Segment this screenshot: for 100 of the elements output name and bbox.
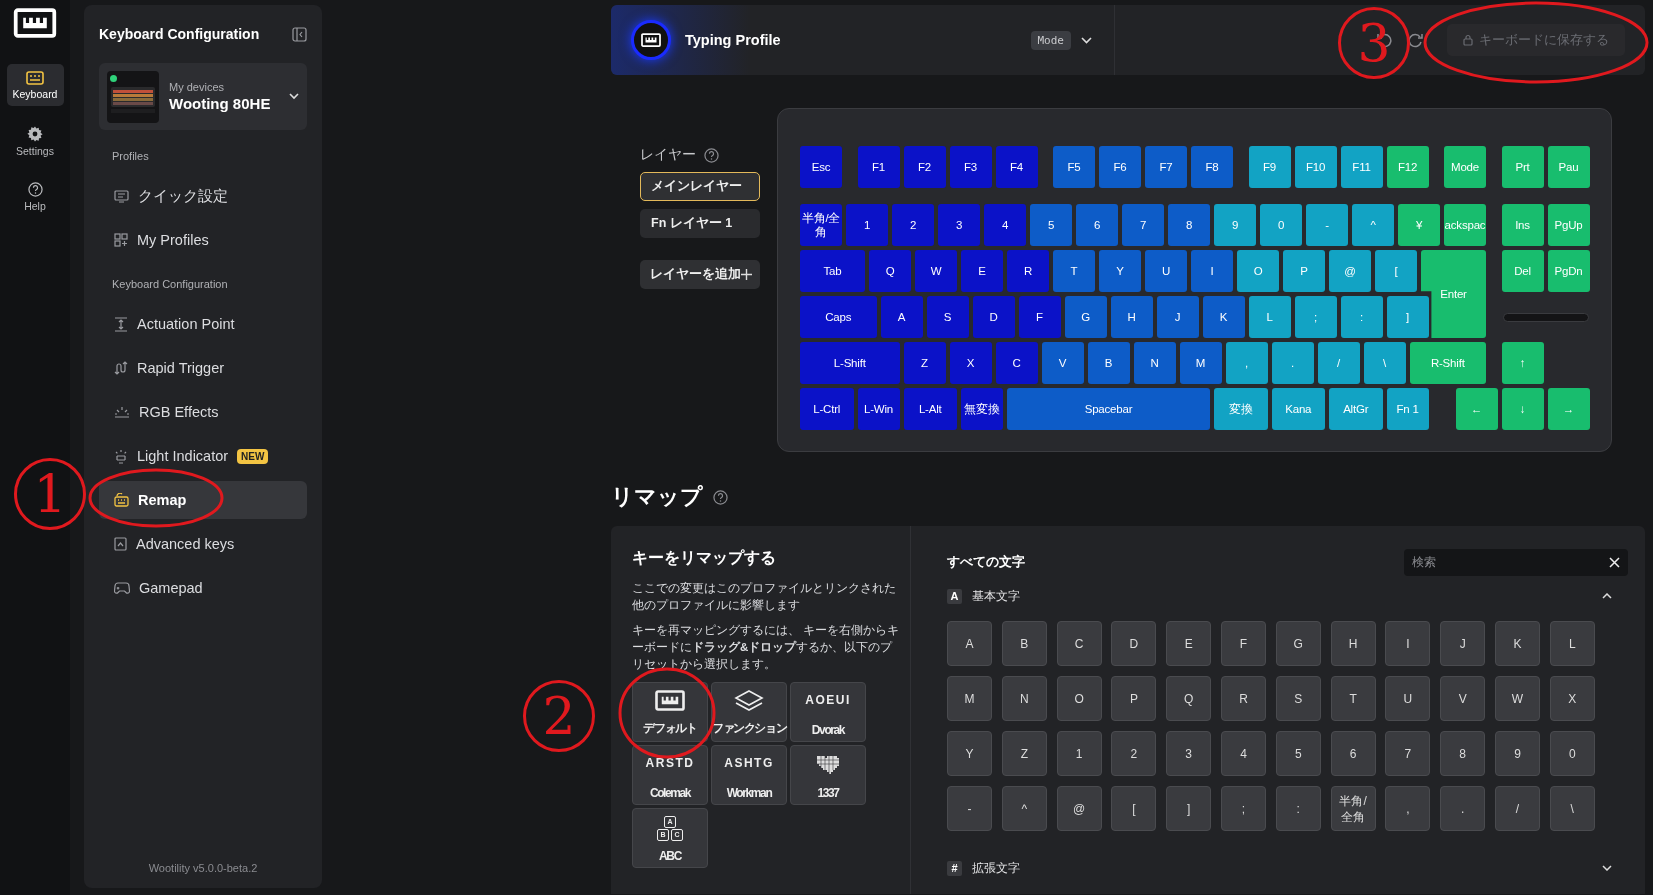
key-cap[interactable]: Q [869,250,911,292]
nav-item[interactable]: Light Indicator NEW [99,437,307,475]
character-key[interactable]: ^ [1001,786,1047,831]
character-key[interactable]: . [1440,786,1486,831]
key-cap[interactable]: Caps [800,296,877,338]
character-key[interactable]: 1 [1056,731,1102,776]
key-cap[interactable]: S [926,296,969,338]
character-key[interactable]: 6 [1330,731,1376,776]
character-key[interactable]: 5 [1275,731,1321,776]
key-cap[interactable]: C [995,342,1038,384]
nav-item[interactable]: RGB Effects [99,393,307,431]
key-cap[interactable]: X [949,342,992,384]
key-cap[interactable]: B [1087,342,1130,384]
key-cap[interactable]: 1 [846,204,888,246]
character-key[interactable]: : [1275,786,1321,831]
character-key[interactable]: J [1440,621,1486,666]
key-cap[interactable]: N [1133,342,1176,384]
preset-tile[interactable]: AOEUI Dvorak [790,682,866,742]
nav-item[interactable]: Advanced keys [99,525,307,563]
character-key[interactable]: A [947,621,992,666]
character-key[interactable]: I [1385,621,1431,666]
nav-item[interactable]: Actuation Point [99,305,307,343]
key-cap[interactable]: F8 [1191,146,1233,188]
character-key[interactable]: B [1001,621,1047,666]
key-cap[interactable]: 8 [1168,204,1210,246]
key-cap[interactable]: F6 [1099,146,1141,188]
character-key[interactable]: 9 [1494,731,1540,776]
preset-tile[interactable]: ASHTG Workman [711,745,787,805]
key-cap[interactable]: V [1041,342,1084,384]
character-key[interactable]: P [1111,676,1157,721]
key-cap[interactable]: 5 [1030,204,1072,246]
key-cap[interactable]: F5 [1053,146,1095,188]
key-cap[interactable]: 半角/全角 [800,204,842,246]
character-key[interactable]: Y [947,731,992,776]
character-key[interactable]: T [1330,676,1376,721]
character-key[interactable]: O [1056,676,1102,721]
character-key[interactable]: 8 [1440,731,1486,776]
character-key[interactable]: R [1221,676,1266,721]
key-cap[interactable]: I [1191,250,1233,292]
key-cap[interactable]: 無変換 [961,388,1003,430]
key-cap[interactable]: A [880,296,923,338]
layer-tab[interactable]: Fn レイヤー 1 [640,209,760,238]
character-key[interactable]: M [947,676,992,721]
character-key[interactable]: @ [1056,786,1102,831]
character-key[interactable]: E [1166,621,1212,666]
key-cap[interactable]: F7 [1145,146,1187,188]
key-cap[interactable]: G [1064,296,1107,338]
character-key[interactable]: \ [1549,786,1595,831]
preset-tile[interactable]: ARSTD Colemak [632,745,708,805]
chevron-down-icon[interactable] [1081,36,1092,44]
character-key[interactable]: [ [1111,786,1157,831]
character-key[interactable]: U [1385,676,1431,721]
character-key[interactable]: 3 [1166,731,1212,776]
key-cap[interactable]: K [1202,296,1245,338]
key-cap[interactable]: T [1053,250,1095,292]
character-key[interactable]: Q [1166,676,1212,721]
collapse-icon[interactable] [292,26,307,42]
nav-item[interactable]: Gamepad [99,569,307,607]
key-cap[interactable]: F [1018,296,1061,338]
redo-icon[interactable] [1408,32,1423,48]
add-layer-button[interactable]: レイヤーを追加 [640,260,760,289]
key-cap[interactable]: L-Ctrl [800,388,854,430]
device-selector[interactable]: My devices Wooting 80HE [99,63,307,130]
key-cap[interactable]: Spacebar [1007,388,1210,430]
key-cap[interactable]: E [961,250,1003,292]
rail-tab[interactable]: Keyboard [6,64,64,106]
key-cap[interactable]: Tab [800,250,865,292]
key-cap[interactable]: H [1110,296,1153,338]
key-cap[interactable]: F2 [903,146,946,188]
close-icon[interactable] [1609,556,1620,568]
key-cap[interactable]: R [1007,250,1049,292]
character-key[interactable]: ] [1166,786,1212,831]
nav-item[interactable]: My Profiles [99,221,307,259]
key-cap[interactable]: J [1156,296,1199,338]
help-icon[interactable] [713,489,728,505]
key-cap[interactable]: Y [1099,250,1141,292]
character-key[interactable]: Z [1001,731,1047,776]
section-header[interactable]: A 基本文字 [947,586,1628,606]
character-key[interactable]: G [1275,621,1321,666]
search-field[interactable]: 検索 [1404,548,1628,576]
key-cap[interactable]: D [972,296,1015,338]
character-key[interactable]: 2 [1111,731,1157,776]
key-cap[interactable]: 4 [984,204,1026,246]
key-cap[interactable]: Z [903,342,946,384]
character-key[interactable]: D [1111,621,1157,666]
key-cap[interactable]: L-Win [857,388,900,430]
character-key[interactable]: , [1385,786,1431,831]
character-key[interactable]: W [1494,676,1540,721]
character-key[interactable]: 7 [1385,731,1431,776]
character-key[interactable]: V [1440,676,1486,721]
character-key[interactable]: / [1494,786,1540,831]
key-cap[interactable]: W [915,250,957,292]
character-key[interactable]: K [1494,621,1540,666]
character-key[interactable]: L [1549,621,1595,666]
section-header[interactable]: # 拡張文字 [947,858,1628,878]
key-cap[interactable]: 7 [1122,204,1164,246]
nav-item[interactable]: Rapid Trigger [99,349,307,387]
key-cap[interactable]: U [1145,250,1187,292]
character-key[interactable]: H [1330,621,1376,666]
key-cap[interactable]: 2 [892,204,934,246]
